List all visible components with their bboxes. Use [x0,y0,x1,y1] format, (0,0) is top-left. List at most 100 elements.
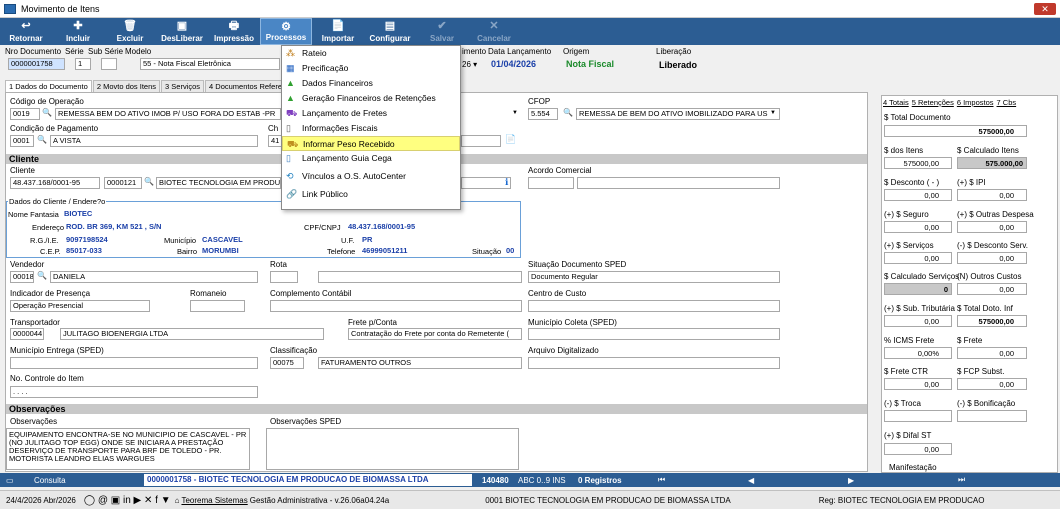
data-movimento-value[interactable]: 26 ▾ [462,60,477,69]
bonificacao-value[interactable] [957,410,1027,422]
indicador-select[interactable]: Operação Presencial [10,300,150,312]
servicos-value[interactable]: 0,00 [884,252,952,264]
toolbar-button-salvar[interactable]: ✔ Salvar [416,18,468,45]
search-icon[interactable]: 🔍 [144,177,154,186]
serie-input[interactable]: 1 [75,58,91,70]
right-tab-1[interactable]: 4 Totais [883,98,909,107]
search-icon[interactable]: 🔍 [563,108,573,117]
frete-conta-select[interactable]: Contratação do Frete por conta do Remete… [348,328,522,340]
menu-item-10[interactable]: 🔗 Link Público [282,187,460,202]
search-icon[interactable]: 🔍 [37,135,47,144]
ch-input[interactable]: 41 [268,135,282,147]
social-icons[interactable]: ◯ @ ▣ in ▶ ✕ f ▼ [84,495,171,506]
municipio-coleta-select[interactable] [528,328,780,340]
seguro-value[interactable]: 0,00 [884,221,952,233]
rota-code[interactable] [270,271,298,283]
desconto-value[interactable]: 0,00 [884,189,952,201]
menu-item-8[interactable]: ▯ Lançamento Guia Cega [282,151,460,166]
chevron-down-icon[interactable]: ▼ [512,110,518,116]
menu-item-5[interactable]: ⛟ Lançamento de Fretes [282,106,460,121]
acordo-code[interactable] [528,177,574,189]
nro-documento-input[interactable]: 0000001758 [8,58,65,70]
sub-serie-input[interactable] [101,58,117,70]
total-documento-value[interactable]: 575000,00 [884,125,1027,137]
controle-input[interactable]: . . . . [10,386,258,398]
info-icon[interactable]: ℹ [505,177,508,188]
codigo-operacao-select[interactable]: REMESSA BEM DO ATIVO IMOB P/ USO FORA DO… [55,108,281,120]
toolbar-button-impressão[interactable]: 🖶 Impressão [208,18,260,45]
search-icon[interactable]: 🔍 [42,108,52,117]
municipio-entrega-select[interactable] [10,357,258,369]
ipi-value[interactable]: 0,00 [957,189,1027,201]
condicao-select[interactable]: A VISTA [50,135,258,147]
toolbar-button-excluir[interactable]: 🗑 Excluir [104,18,156,45]
close-button[interactable]: ✕ [1034,3,1056,15]
frete-ctr-value[interactable]: 0,00 [884,378,952,390]
toolbar-button-retornar[interactable]: ↩ Retornar [0,18,52,45]
ch-extra-input[interactable] [461,135,501,147]
icms-frete-value[interactable]: 0,00% [884,347,952,359]
centro-custo-select[interactable] [528,300,780,312]
cfop-code[interactable]: 5.554 [528,108,558,120]
rota-select[interactable] [318,271,522,283]
menu-item-1[interactable]: ⁂ Rateio [282,46,460,61]
complemento-input[interactable] [270,300,522,312]
cfop-select[interactable]: REMESSA DE BEM DO ATIVO IMOBILIZADO PARA… [576,108,780,120]
fcp-subst-value[interactable]: 0,00 [957,378,1027,390]
menu-item-3[interactable]: ▲ Dados Financeiros [282,76,460,91]
romaneio-input[interactable] [190,300,245,312]
modelo-select[interactable]: 55 - Nota Fiscal Eletrônica [140,58,280,70]
next-record-icon[interactable]: ▶ [848,476,958,485]
frete-value[interactable]: 0,00 [957,347,1027,359]
cliente-nome[interactable]: BIOTEC TECNOLOGIA EM PRODUC [156,177,281,189]
codigo-operacao-code[interactable]: 0019 [10,108,40,120]
tab-2[interactable]: 2 Movto dos Itens [92,80,161,92]
menu-item-9[interactable]: ⟲ Vínculos a O.S. AutoCenter [282,169,460,184]
classificacao-code[interactable]: 00075 [270,357,304,369]
cliente-cnpj-select[interactable]: 48.437.168/0001-95 [10,177,100,189]
right-tab-3[interactable]: 6 Impostos [957,98,994,107]
outras-despesas-value[interactable]: 0,00 [957,221,1027,233]
toolbar-button-importar[interactable]: 📄 Importar [312,18,364,45]
data-lancamento-value[interactable]: 01/04/2026 [491,59,536,69]
last-record-icon[interactable]: ⏭ [958,475,965,485]
situacao-sped-select[interactable]: Documento Regular [528,271,780,283]
right-tab-4[interactable]: 7 Cbs [997,98,1017,107]
toolbar-button-incluir[interactable]: ✚ Incluir [52,18,104,45]
troca-value[interactable] [884,410,952,422]
teorema-link[interactable]: Teorema Sistemas [181,496,247,505]
vendedor-code[interactable]: 00018 [10,271,34,283]
transportador-code[interactable]: 0000044 [10,328,44,340]
condicao-code[interactable]: 0001 [10,135,34,147]
toolbar-button-processos[interactable]: ⚙ Processos [260,18,312,45]
observacoes-textarea[interactable]: EQUIPAMENTO ENCONTRA-SE NO MUNICIPIO DE … [6,428,250,470]
first-record-icon[interactable]: ⏮ [658,475,748,485]
acordo-select[interactable] [577,177,780,189]
dos-itens-value[interactable]: 575000,00 [884,157,952,169]
tab-4[interactable]: 4 Documentos Referen [205,80,291,92]
right-tab-2[interactable]: 5 Retenções [912,98,954,107]
tab-3[interactable]: 3 Serviços [161,80,205,92]
desconto-servicos-value[interactable]: 0,00 [957,252,1027,264]
toolbar-button-cancelar[interactable]: ✕ Cancelar [468,18,520,45]
total-doto-value[interactable]: 575000,00 [957,315,1027,327]
prev-record-icon[interactable]: ◀ [748,476,848,485]
search-icon[interactable]: 🔍 [37,271,47,280]
outros-custos-value[interactable]: 0,00 [957,283,1027,295]
menu-item-4[interactable]: ▲ Geração Financeiros de Retenções [282,91,460,106]
menu-item-7[interactable]: ⛟ Informar Peso Recebido [282,136,460,151]
toolbar-button-desliberar[interactable]: ▣ DesLiberar [156,18,208,45]
classificacao-select[interactable]: FATURAMENTO OUTROS [318,357,522,369]
vendedor-select[interactable]: DANIELA [50,271,258,283]
menu-item-2[interactable]: ▦ Precificação [282,61,460,76]
cliente-extra[interactable] [461,177,511,189]
arquivo-input[interactable] [528,357,780,369]
toolbar-button-configurar[interactable]: ▤ Configurar [364,18,416,45]
tab-1[interactable]: 1 Dados do Documento [5,80,92,92]
transportador-select[interactable]: JULITAGO BIOENERGIA LTDA [60,328,324,340]
difal-value[interactable]: 0,00 [884,443,952,455]
cliente-code[interactable]: 0000121 [104,177,142,189]
observacoes-sped-textarea[interactable] [266,428,519,470]
chevron-down-icon[interactable]: ▼ [770,110,776,116]
menu-item-6[interactable]: ▯ Informações Fiscais [282,121,460,136]
